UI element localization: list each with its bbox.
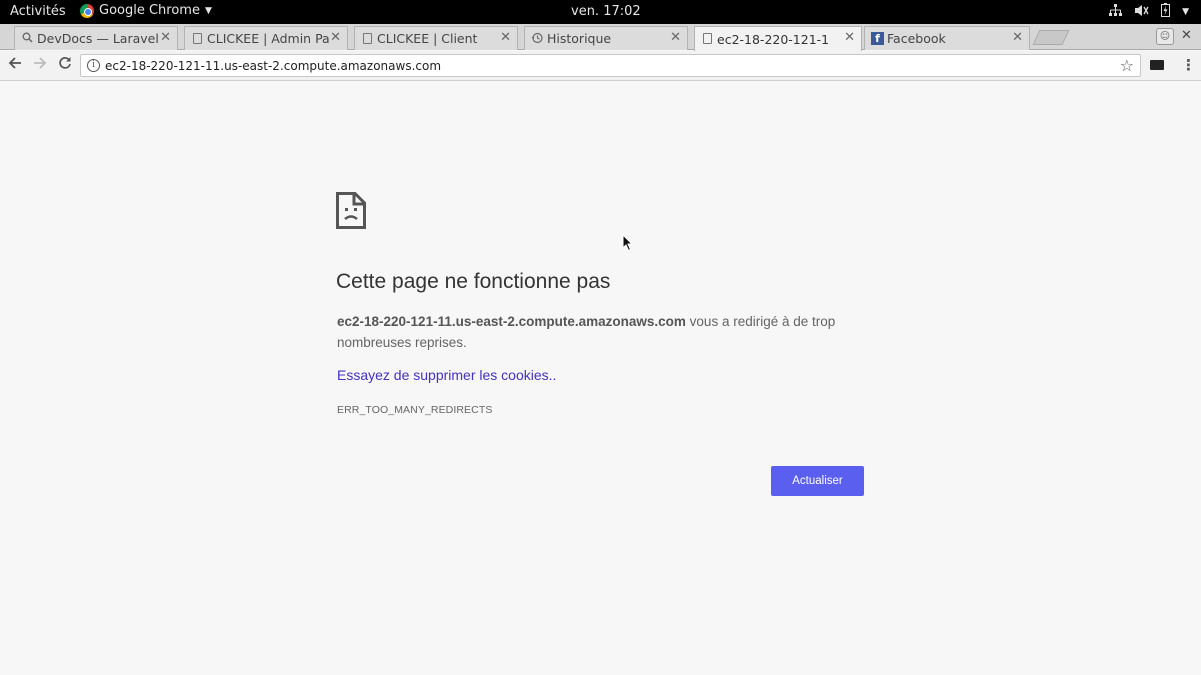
volume-icon [1134, 4, 1149, 20]
gnome-top-bar: Activités Google Chrome ▼ ven. 17:02 ▼ [0, 0, 1201, 24]
close-icon[interactable]: ✕ [330, 30, 341, 45]
activities-button[interactable]: Activités [10, 4, 66, 19]
tab-strip: DevDocs — Laravel ✕ CLICKEE | Admin Pa ✕… [0, 24, 1201, 51]
close-icon[interactable]: ✕ [670, 30, 681, 45]
chrome-logo-icon [80, 3, 94, 18]
close-icon[interactable]: ✕ [1181, 28, 1192, 43]
page-icon [193, 33, 202, 44]
page-icon [703, 33, 712, 44]
arrow-left-icon [8, 57, 21, 69]
reload-button[interactable] [56, 56, 74, 74]
error-page: Cette page ne fonctionne pas ec2-18-220-… [0, 82, 1201, 675]
tab-clickee-admin[interactable]: CLICKEE | Admin Pa ✕ [184, 26, 348, 50]
tab-title: ec2-18-220-121-1 [717, 31, 830, 47]
tab-ec2-active[interactable]: ec2-18-220-121-1 ✕ [694, 26, 862, 51]
clock[interactable]: ven. 17:02 [571, 4, 641, 19]
address-bar[interactable]: i ec2-18-220-121-11.us-east-2.compute.am… [80, 54, 1141, 77]
new-tab-button[interactable] [1032, 30, 1070, 45]
tab-title: Facebook [887, 31, 946, 46]
page-title: Cette page ne fonctionne pas [336, 270, 611, 293]
tab-clickee-client[interactable]: CLICKEE | Client ✕ [354, 26, 518, 50]
star-icon[interactable]: ☆ [1120, 56, 1134, 75]
close-icon[interactable]: ✕ [1012, 30, 1023, 45]
sad-page-icon [336, 192, 366, 229]
clear-cookies-link[interactable]: Essayez de supprimer les cookies.. [337, 367, 556, 383]
error-code: ERR_TOO_MANY_REDIRECTS [337, 404, 493, 416]
app-name: Google Chrome [99, 3, 200, 18]
tab-historique[interactable]: Historique ✕ [524, 26, 688, 50]
reload-page-button[interactable]: Actualiser [771, 466, 864, 496]
facebook-icon: f [871, 32, 884, 45]
arrow-right-icon [34, 57, 47, 69]
network-icon [1109, 3, 1123, 20]
info-icon[interactable]: i [87, 59, 100, 72]
mouse-cursor-icon [622, 234, 634, 252]
page-icon [363, 33, 372, 44]
tab-title: Historique [547, 31, 612, 46]
search-icon [21, 32, 33, 45]
history-icon [531, 32, 543, 45]
close-icon[interactable]: ✕ [844, 30, 855, 45]
system-menu[interactable]: ▼ [1109, 3, 1189, 20]
tab-title: CLICKEE | Admin Pa [207, 31, 330, 46]
close-icon[interactable]: ✕ [500, 30, 511, 45]
profile-icon[interactable]: ☺ [1156, 28, 1174, 45]
tab-title: DevDocs — Laravel [37, 31, 159, 46]
app-menu[interactable]: Google Chrome ▼ [80, 3, 212, 18]
error-description: ec2-18-220-121-11.us-east-2.compute.amaz… [337, 311, 877, 353]
browser-toolbar: i ec2-18-220-121-11.us-east-2.compute.am… [0, 51, 1201, 81]
close-icon[interactable]: ✕ [160, 30, 171, 45]
error-host: ec2-18-220-121-11.us-east-2.compute.amaz… [337, 314, 686, 329]
menu-icon[interactable]: ⋮ [1181, 56, 1196, 74]
reload-icon [59, 57, 71, 69]
chevron-down-icon: ▼ [1182, 6, 1189, 17]
back-button[interactable] [6, 56, 24, 74]
forward-button[interactable] [31, 56, 49, 74]
tab-facebook[interactable]: f Facebook ✕ [864, 26, 1030, 50]
tab-title: CLICKEE | Client [377, 31, 478, 46]
extension-icon[interactable] [1150, 60, 1164, 70]
url-text: ec2-18-220-121-11.us-east-2.compute.amaz… [105, 59, 442, 73]
tab-devdocs[interactable]: DevDocs — Laravel ✕ [14, 26, 178, 50]
battery-icon [1161, 3, 1171, 20]
chevron-down-icon: ▼ [204, 5, 212, 16]
